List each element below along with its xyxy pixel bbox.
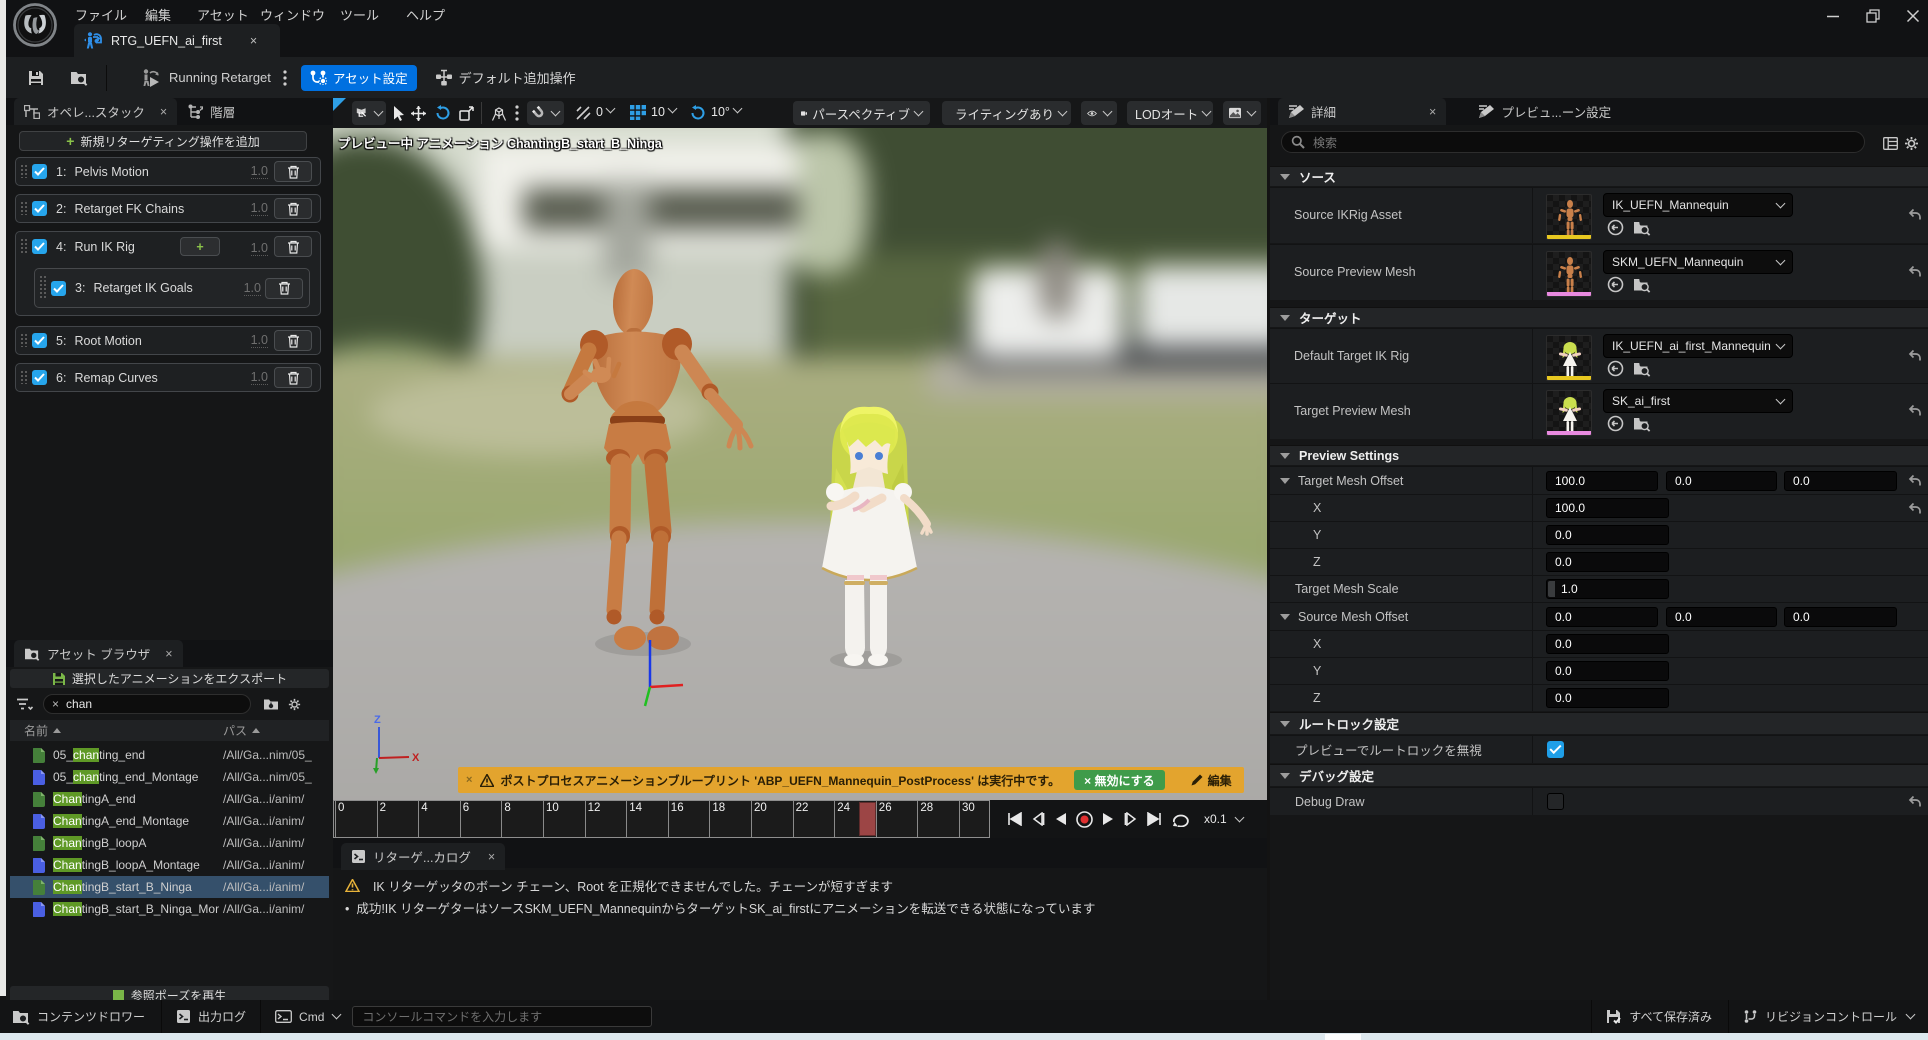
svg-text:X: X [412,752,420,764]
svg-text:Z: Z [374,714,381,726]
